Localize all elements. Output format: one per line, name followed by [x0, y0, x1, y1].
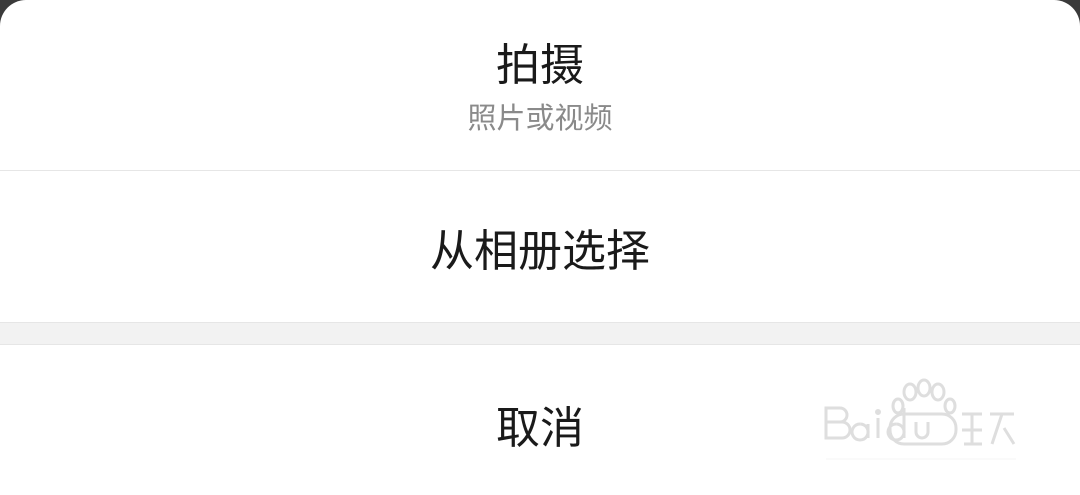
- action-sheet: 拍摄 照片或视频 从相册选择 取消: [0, 0, 1080, 495]
- cancel-button[interactable]: 取消: [0, 345, 1080, 495]
- take-photo-label: 拍摄: [496, 39, 584, 91]
- section-separator: [0, 322, 1080, 345]
- cancel-label: 取消: [496, 403, 584, 454]
- choose-from-album-label: 从相册选择: [430, 225, 650, 277]
- choose-from-album-option[interactable]: 从相册选择: [0, 171, 1080, 322]
- take-photo-option[interactable]: 拍摄 照片或视频: [0, 0, 1080, 170]
- take-photo-sublabel: 照片或视频: [467, 100, 613, 135]
